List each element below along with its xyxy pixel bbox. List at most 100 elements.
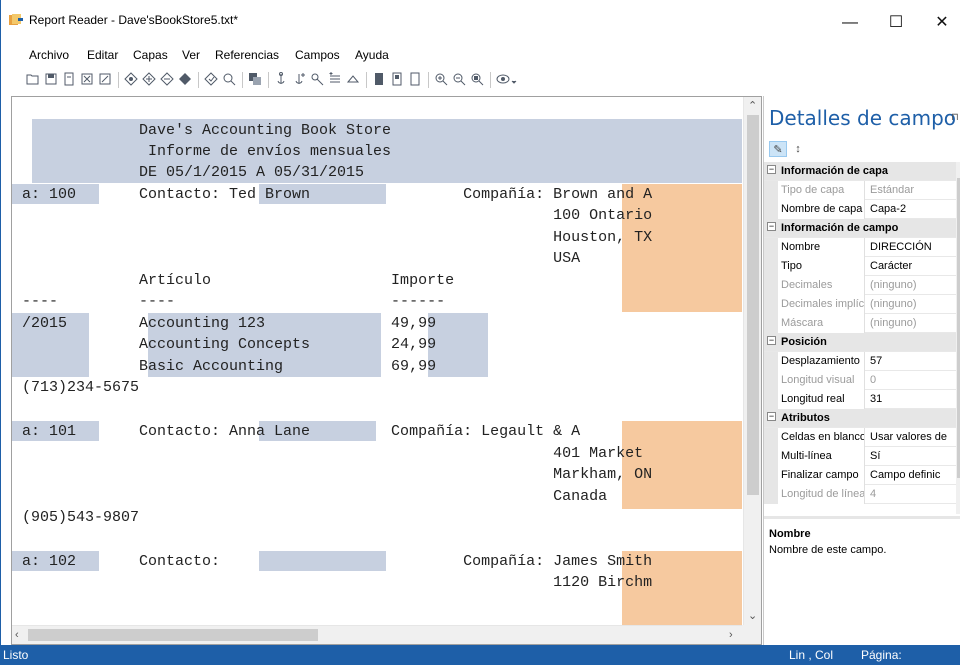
close-button[interactable]: ✕	[919, 8, 960, 38]
property-row[interactable]: Longitud de línea 4	[764, 485, 956, 504]
save-icon[interactable]	[44, 72, 58, 86]
property-grid-scrollbar[interactable]	[956, 162, 960, 514]
property-key: Decimales implícitos	[764, 295, 865, 314]
pin-icon[interactable]: ⊓	[951, 112, 959, 123]
report-line: DE 05/1/2015 A 05/31/2015	[22, 164, 365, 181]
zoom-out-icon[interactable]	[452, 72, 466, 86]
layer-fill-icon[interactable]	[178, 72, 192, 86]
layer-add-icon[interactable]	[142, 72, 156, 86]
find-icon[interactable]	[222, 72, 236, 86]
report-line: Markham, ON	[22, 466, 653, 483]
property-value[interactable]: Carácter	[867, 257, 956, 276]
toolbar-separator	[118, 72, 119, 88]
anchor-add-icon[interactable]	[292, 72, 306, 86]
property-value[interactable]: (ninguno)	[867, 295, 956, 314]
menu-archivo[interactable]: Archivo	[29, 48, 69, 62]
property-key: Finalizar campo	[764, 466, 865, 485]
collapse-icon[interactable]: −	[767, 336, 776, 345]
scroll-left-icon[interactable]: ‹	[15, 629, 19, 641]
panel-splitter[interactable]	[764, 516, 960, 519]
property-row[interactable]: Tipo Carácter	[764, 257, 956, 276]
menu-ver[interactable]: Ver	[182, 48, 200, 62]
collapse-icon[interactable]: −	[767, 412, 776, 421]
toolbar-separator	[268, 72, 269, 88]
field-details-panel: Detalles de campo ⊓ ✎ ↕ − Información de …	[763, 96, 960, 645]
property-row[interactable]: Desplazamiento 57	[764, 352, 956, 371]
property-value[interactable]: (ninguno)	[867, 276, 956, 295]
property-value[interactable]: 0	[867, 371, 956, 390]
open-folder-icon[interactable]	[26, 72, 40, 86]
category-label: Información de capa	[781, 165, 888, 177]
document-view[interactable]: Dave's Accounting Book Store Informe de …	[11, 96, 762, 645]
category-row[interactable]: − Información de capa	[764, 162, 956, 181]
report-line: 401 Market	[22, 445, 644, 462]
category-row[interactable]: − Atributos	[764, 409, 956, 428]
property-row[interactable]: Nombre de capa Capa-2	[764, 200, 956, 219]
property-row[interactable]: Multi-línea Sí	[764, 447, 956, 466]
page-icon[interactable]	[372, 72, 386, 86]
property-row[interactable]: Longitud visual 0	[764, 371, 956, 390]
report-line: 1120 Birchm	[22, 574, 653, 591]
print-icon[interactable]	[62, 72, 76, 86]
categorized-icon[interactable]: ✎	[769, 141, 787, 157]
close-all-icon[interactable]	[98, 72, 112, 86]
collapse-icon[interactable]: −	[767, 222, 776, 231]
copy-layer-icon[interactable]	[248, 72, 262, 86]
page-add-icon[interactable]	[390, 72, 404, 86]
anchor-icon[interactable]	[274, 72, 288, 86]
menu-ayuda[interactable]: Ayuda	[355, 48, 389, 62]
property-value[interactable]: DIRECCIÓN	[867, 238, 956, 257]
field-icon[interactable]	[310, 72, 324, 86]
property-value[interactable]: (ninguno)	[867, 314, 956, 333]
collapse-icon[interactable]: −	[767, 165, 776, 174]
property-value[interactable]: 31	[867, 390, 956, 409]
report-line: Basic Accounting 69,99	[22, 358, 437, 375]
property-row[interactable]: Finalizar campo Campo definic	[764, 466, 956, 485]
horizontal-scrollbar[interactable]: ‹ ›	[12, 625, 742, 644]
property-row[interactable]: Longitud real 31	[764, 390, 956, 409]
eraser-icon[interactable]	[346, 72, 360, 86]
category-row[interactable]: − Posición	[764, 333, 956, 352]
menu-referencias[interactable]: Referencias	[215, 48, 279, 62]
property-value[interactable]: 4	[867, 485, 956, 504]
property-value[interactable]: Usar valores de	[867, 428, 956, 447]
scroll-right-icon[interactable]: ›	[729, 629, 733, 641]
app-icon	[9, 14, 23, 26]
report-text[interactable]: Dave's Accounting Book Store Informe de …	[12, 97, 742, 625]
property-row[interactable]: Nombre DIRECCIÓN	[764, 238, 956, 257]
property-row[interactable]: Celdas en blanco Usar valores de	[764, 428, 956, 447]
property-value[interactable]: Sí	[867, 447, 956, 466]
field-add-icon[interactable]	[328, 72, 342, 86]
page-copy-icon[interactable]	[408, 72, 422, 86]
vertical-scroll-thumb[interactable]	[747, 115, 759, 495]
property-value[interactable]: 57	[867, 352, 956, 371]
layer-icon[interactable]	[124, 72, 138, 86]
property-key: Tipo	[764, 257, 865, 276]
view-icon[interactable]	[496, 72, 518, 86]
scroll-down-icon[interactable]: ⌄	[748, 609, 757, 622]
property-key: Desplazamiento	[764, 352, 865, 371]
property-value[interactable]: Campo definic	[867, 466, 956, 485]
vertical-scrollbar[interactable]: ⌃ ⌄	[743, 97, 761, 625]
layer-remove-icon[interactable]	[160, 72, 174, 86]
menu-editar[interactable]: Editar	[87, 48, 118, 62]
menu-capas[interactable]: Capas	[133, 48, 168, 62]
minimize-button[interactable]: —	[827, 8, 873, 38]
maximize-button[interactable]: ☐	[873, 8, 919, 38]
property-value[interactable]: Estándar	[867, 181, 956, 200]
menu-campos[interactable]: Campos	[295, 48, 340, 62]
sort-alpha-icon[interactable]: ↕	[789, 141, 807, 157]
property-row[interactable]: Decimales implícitos(ninguno)	[764, 295, 956, 314]
property-key: Tipo de capa	[764, 181, 865, 200]
property-row[interactable]: Decimales (ninguno)	[764, 276, 956, 295]
property-row[interactable]: Máscara (ninguno)	[764, 314, 956, 333]
scroll-up-icon[interactable]: ⌃	[748, 99, 757, 112]
horizontal-scroll-thumb[interactable]	[28, 629, 318, 641]
close-doc-icon[interactable]	[80, 72, 94, 86]
zoom-fit-icon[interactable]	[470, 72, 484, 86]
zoom-in-icon[interactable]	[434, 72, 448, 86]
zoom-layer-icon[interactable]	[204, 72, 218, 86]
category-row[interactable]: − Información de campo	[764, 219, 956, 238]
property-value[interactable]: Capa-2	[867, 200, 956, 219]
property-row[interactable]: Tipo de capa Estándar	[764, 181, 956, 200]
